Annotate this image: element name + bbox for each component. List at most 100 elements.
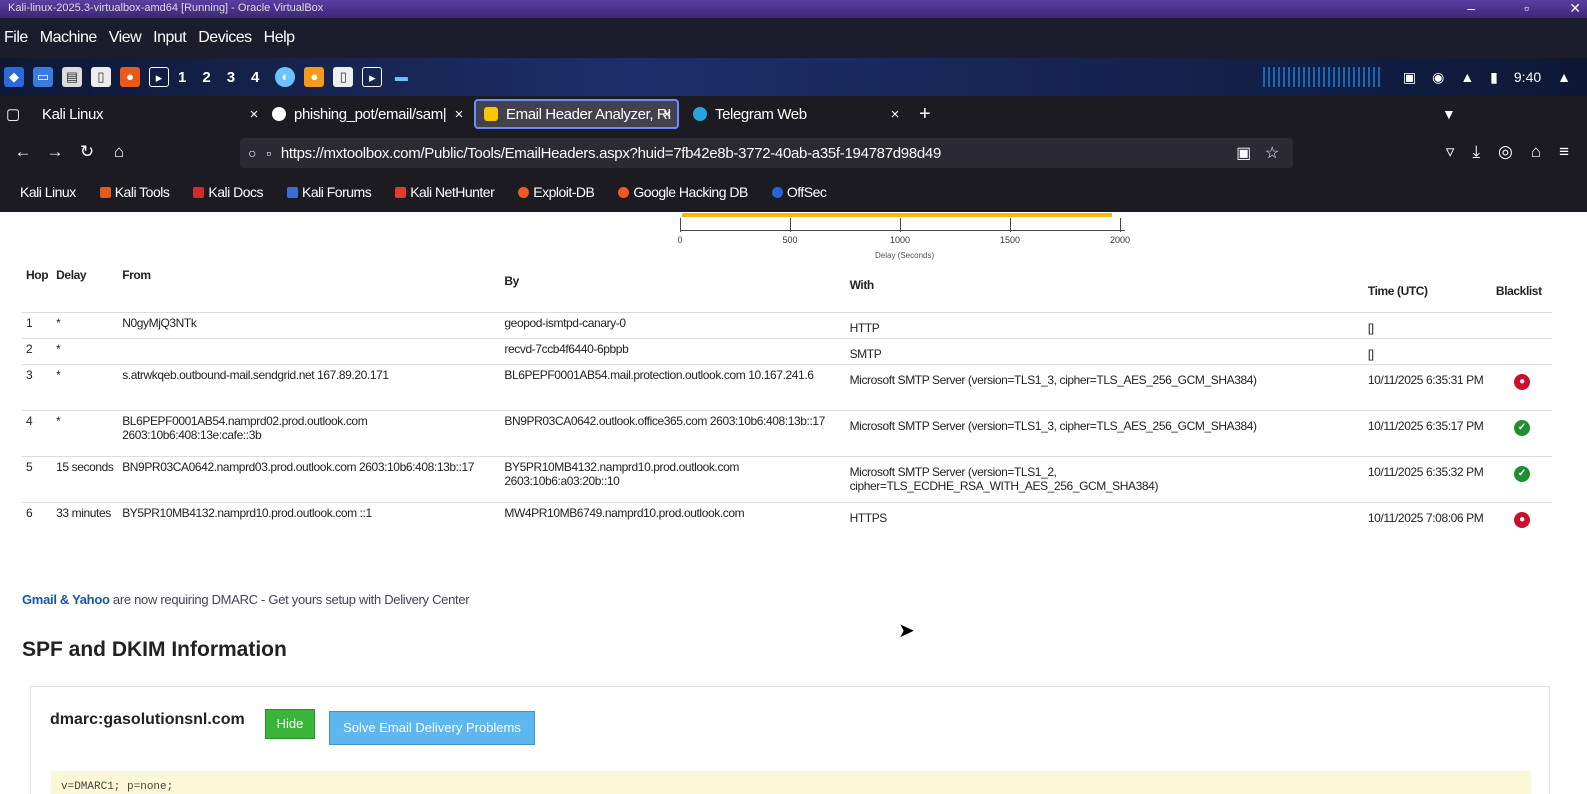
menu-machine[interactable]: Machine bbox=[40, 29, 97, 47]
close-tab-icon[interactable]: × bbox=[455, 106, 464, 123]
telegram-icon bbox=[693, 107, 707, 121]
menu-help[interactable]: Help bbox=[264, 29, 295, 47]
pocket-icon[interactable]: ▿ bbox=[1446, 142, 1455, 162]
blacklist-ok-icon[interactable]: ✓ bbox=[1513, 419, 1530, 436]
app-menu-icon[interactable]: ≡ bbox=[1559, 142, 1569, 162]
account-icon[interactable]: ◎ bbox=[1498, 142, 1513, 162]
padlock-icon[interactable]: ▫ bbox=[266, 145, 271, 161]
cell-blacklist: ✓ bbox=[1491, 409, 1552, 456]
tick-label: 1000 bbox=[889, 235, 911, 245]
mxtoolbox-icon bbox=[484, 107, 498, 121]
bookmark-google-hacking-db[interactable]: Google Hacking DB bbox=[618, 184, 759, 200]
bookmark-kali-forums[interactable]: Kali Forums bbox=[287, 184, 383, 200]
tab-kali-linux[interactable]: Kali Linux × bbox=[34, 99, 264, 129]
dmarc-record: v=DMARC1; p=none; bbox=[51, 771, 1531, 794]
tab-telegram-web[interactable]: Telegram Web × bbox=[685, 99, 905, 129]
cell-hop: 4 bbox=[22, 409, 53, 456]
axis-tick bbox=[790, 218, 791, 232]
firefox-window-icon[interactable]: ● bbox=[304, 67, 325, 87]
app-icon[interactable]: ◐ bbox=[275, 67, 296, 87]
browser-tab-bar: ▢ Kali Linux × phishing_pot/email/sam| ×… bbox=[0, 96, 1587, 132]
col-with: With bbox=[849, 278, 875, 292]
list-tabs-chevron-icon[interactable]: ▼ bbox=[1434, 99, 1456, 129]
tracking-protection-icon[interactable]: ○ bbox=[248, 145, 256, 161]
battery-icon[interactable]: ▮ bbox=[1490, 69, 1498, 86]
back-icon[interactable]: ← bbox=[14, 142, 32, 162]
cell-with: HTTPS bbox=[845, 501, 1364, 548]
menu-file[interactable]: File bbox=[4, 29, 28, 47]
workspace-4[interactable]: 4 bbox=[251, 69, 259, 86]
downloads-icon[interactable]: ⤓ bbox=[1472, 142, 1480, 162]
bookmark-star-icon[interactable]: ☆ bbox=[1265, 143, 1279, 163]
col-from: From bbox=[122, 268, 151, 282]
workspace-2[interactable]: 2 bbox=[202, 69, 210, 86]
address-bar[interactable]: ○ ▫ https://mxtoolbox.com/Public/Tools/E… bbox=[240, 138, 1293, 168]
bookmark-kali-nethunter[interactable]: Kali NetHunter bbox=[395, 184, 506, 200]
bookmark-kali-docs[interactable]: Kali Docs bbox=[193, 184, 275, 200]
bookmark-kali-linux[interactable]: Kali Linux bbox=[20, 184, 88, 200]
tick-label: 1500 bbox=[999, 235, 1021, 245]
kali-tools-icon bbox=[99, 186, 111, 198]
cell-by: recvd-7ccb4f6440-6pbpb bbox=[500, 337, 846, 364]
close-tab-icon[interactable]: × bbox=[663, 106, 672, 123]
terminal-icon[interactable]: ▸ bbox=[149, 67, 169, 87]
firefox-launcher-icon[interactable]: ● bbox=[120, 67, 140, 87]
cell-by: BL6PEPF0001AB54.mail.protection.outlook.… bbox=[500, 363, 846, 410]
dmarc-promo[interactable]: Gmail & Yahoo are now requiring DMARC - … bbox=[22, 592, 470, 607]
dmarc-domain: dmarc:gasolutionsnl.com bbox=[50, 711, 245, 728]
tab-label: Kali Linux bbox=[42, 105, 104, 123]
volume-icon[interactable]: ◉ bbox=[1432, 69, 1444, 86]
blacklist-listed-icon[interactable]: ● bbox=[1513, 373, 1530, 390]
blacklist-ok-icon[interactable]: ✓ bbox=[1513, 465, 1530, 482]
close-tab-icon[interactable]: × bbox=[891, 106, 900, 123]
lock-icon[interactable]: ▲ bbox=[1557, 69, 1571, 85]
tab-overview-icon[interactable]: ▢ bbox=[2, 99, 20, 129]
folder-window-icon[interactable]: ▬ bbox=[391, 67, 411, 87]
cell-time: 10/11/2025 7:08:06 PM bbox=[1363, 501, 1492, 548]
tab-label: phishing_pot/email/sam| bbox=[294, 105, 447, 123]
kali-menu-icon[interactable]: ◆ bbox=[4, 67, 24, 87]
menu-view[interactable]: View bbox=[109, 29, 142, 47]
maximize-icon[interactable]: ▫ bbox=[1524, 0, 1529, 16]
cell-hop: 5 bbox=[22, 455, 53, 502]
url-text[interactable]: https://mxtoolbox.com/Public/Tools/Email… bbox=[281, 145, 941, 162]
promo-text[interactable]: are now requiring DMARC - Get yours setu… bbox=[110, 592, 470, 607]
cell-hop: 3 bbox=[22, 363, 53, 410]
forward-icon[interactable]: → bbox=[46, 142, 64, 162]
terminal-window-icon[interactable]: ▸ bbox=[362, 67, 383, 87]
bookmark-exploit-db[interactable]: Exploit-DB bbox=[518, 184, 606, 200]
workspace-3[interactable]: 3 bbox=[227, 69, 235, 86]
tray-window-icon[interactable]: ▣ bbox=[1403, 69, 1416, 86]
cell-blacklist bbox=[1491, 337, 1552, 364]
promo-brand[interactable]: Gmail & Yahoo bbox=[22, 592, 110, 607]
terminal-launcher-icon[interactable]: ▭ bbox=[33, 67, 53, 87]
extensions-icon[interactable]: ⌂ bbox=[1531, 142, 1541, 162]
menu-devices[interactable]: Devices bbox=[198, 29, 252, 47]
cell-from: BY5PR10MB4132.namprd10.prod.outlook.com … bbox=[118, 501, 501, 548]
reload-icon[interactable]: ↻ bbox=[78, 142, 96, 162]
tab-phishing-pot[interactable]: phishing_pot/email/sam| × bbox=[264, 99, 469, 129]
clock[interactable]: 9:40 bbox=[1514, 69, 1541, 85]
minimize-icon[interactable]: – bbox=[1467, 0, 1475, 16]
workspace-1[interactable]: 1 bbox=[178, 69, 186, 86]
tab-email-header-analyzer[interactable]: Email Header Analyzer, RI × bbox=[474, 99, 679, 129]
notification-bell-icon[interactable]: ▲ bbox=[1460, 69, 1474, 85]
close-window-icon[interactable]: ✕ bbox=[1569, 0, 1581, 16]
bookmark-offsec[interactable]: OffSec bbox=[771, 184, 839, 200]
bookmark-kali-tools[interactable]: Kali Tools bbox=[99, 184, 182, 200]
hide-button[interactable]: Hide bbox=[265, 709, 315, 739]
home-icon[interactable]: ⌂ bbox=[110, 142, 128, 162]
solve-delivery-button[interactable]: Solve Email Delivery Problems bbox=[329, 711, 535, 745]
cell-from: BL6PEPF0001AB54.namprd02.prod.outlook.co… bbox=[118, 409, 501, 456]
document-window-icon[interactable]: ▯ bbox=[333, 67, 354, 87]
reader-view-icon[interactable]: ▣ bbox=[1236, 143, 1251, 163]
menu-input[interactable]: Input bbox=[153, 29, 187, 47]
axis-tick bbox=[900, 218, 901, 232]
close-tab-icon[interactable]: × bbox=[250, 106, 259, 123]
files-launcher-icon[interactable]: ▤ bbox=[62, 67, 82, 87]
nethunter-icon bbox=[395, 186, 407, 198]
text-editor-icon[interactable]: ▯ bbox=[91, 67, 111, 87]
blacklist-listed-icon[interactable]: ● bbox=[1513, 511, 1530, 528]
new-tab-button[interactable]: + bbox=[911, 99, 931, 129]
cell-with: Microsoft SMTP Server (version=TLS1_3, c… bbox=[845, 409, 1364, 456]
